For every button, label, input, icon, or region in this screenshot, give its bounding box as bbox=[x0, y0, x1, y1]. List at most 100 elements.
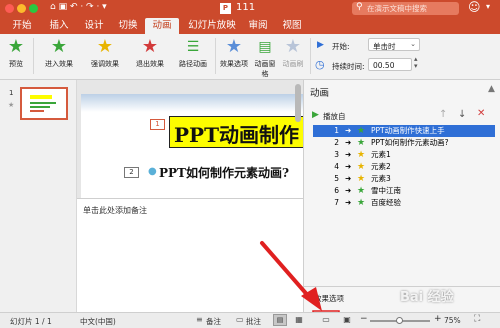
slideshow-button[interactable]: ▣ bbox=[340, 314, 354, 326]
tab-transitions[interactable]: 切换 bbox=[114, 18, 142, 34]
animation-pane: 动画 ▲ ▶ 播放自 ↑ ↓ ✕ 1 ➜ ★ PPT动画制作快速上手 2 ➜ ★… bbox=[303, 80, 500, 312]
slide-bullet-animation-tag: 2 bbox=[124, 167, 139, 178]
slide-title-animation-tag: 1 bbox=[150, 119, 165, 130]
mouse-click-icon: ➜ bbox=[345, 162, 352, 171]
pane-collapse-arrow-icon[interactable]: ▲ bbox=[488, 84, 495, 94]
duration-input[interactable]: 00.50 bbox=[368, 58, 412, 71]
clock-icon: ◷ bbox=[315, 58, 325, 71]
ppt-app-icon: P bbox=[220, 3, 231, 14]
start-label: 开始: bbox=[332, 42, 350, 51]
animation-item[interactable]: 6 ➜ ★ 雪中江南 bbox=[313, 185, 495, 197]
minimize-window-button[interactable] bbox=[17, 4, 26, 13]
emphasis-star-icon: ★ bbox=[357, 150, 366, 160]
slide-thumbnail[interactable] bbox=[20, 87, 68, 120]
watermark-text: Bai 经验 bbox=[400, 290, 454, 305]
notes-icon[interactable]: ≡ bbox=[196, 315, 203, 324]
mouse-click-icon: ➜ bbox=[345, 138, 352, 147]
start-trigger-icon: ▶ bbox=[317, 40, 324, 50]
move-up-arrow-icon[interactable]: ↑ bbox=[439, 109, 447, 120]
slide-canvas[interactable]: 1 PPT动画制作 2 ● PPT如何制作元素动画? bbox=[81, 94, 303, 198]
animation-item[interactable]: 3 ➜ ★ 元素1 bbox=[313, 149, 495, 161]
status-bar: 幻灯片 1 / 1 中文(中国) ≡ 备注 ▭ 批注 ▤ ▦ ▭ ▣ − + 7… bbox=[0, 312, 500, 328]
tab-view[interactable]: 视图 bbox=[278, 18, 306, 34]
reading-view-button[interactable]: ▭ bbox=[319, 314, 333, 326]
preview-star-icon: ★ bbox=[7, 36, 25, 57]
zoom-slider[interactable] bbox=[370, 317, 430, 324]
entrance-effects-button[interactable]: ★ 进入效果 bbox=[38, 37, 80, 69]
entrance-star-icon: ★ bbox=[357, 138, 366, 148]
zoom-out-icon[interactable]: − bbox=[360, 314, 368, 324]
tab-animations[interactable]: 动画 bbox=[145, 18, 179, 34]
animation-pane-icon: ▤ bbox=[258, 39, 272, 55]
slide-thumbnails-panel: 1 ★ bbox=[0, 80, 77, 312]
animation-item[interactable]: 5 ➜ ★ 元素3 bbox=[313, 173, 495, 185]
animation-pane-button[interactable]: ▤ 动画窗格 bbox=[253, 37, 277, 79]
mouse-click-icon: ➜ bbox=[345, 174, 352, 183]
notes-placeholder: 单击此处添加备注 bbox=[83, 206, 147, 215]
path-animation-button[interactable]: ☰ 路径动画 bbox=[174, 37, 212, 69]
smiley-feedback-icon[interactable]: ☺ bbox=[468, 0, 481, 14]
animation-item[interactable]: 2 ➜ ★ PPT如何制作元素动画? bbox=[313, 137, 495, 149]
fit-slide-icon[interactable]: ⛶ bbox=[474, 314, 480, 324]
animations-ribbon: ★ 预览 ★ 进入效果 ★ 强调效果 ★ 退出效果 ☰ 路径动画 ★ 效果选项 … bbox=[0, 34, 500, 80]
move-down-arrow-icon[interactable]: ↓ bbox=[458, 109, 466, 120]
tab-review[interactable]: 审阅 bbox=[244, 18, 272, 34]
exit-effects-button[interactable]: ★ 退出效果 bbox=[129, 37, 171, 69]
animation-item[interactable]: 4 ➜ ★ 元素2 bbox=[313, 161, 495, 173]
exit-star-icon: ★ bbox=[141, 36, 159, 57]
play-icon: ▶ bbox=[312, 110, 319, 120]
delete-animation-icon[interactable]: ✕ bbox=[477, 108, 485, 119]
duration-stepper[interactable]: ▴ ▾ bbox=[414, 56, 418, 70]
emphasis-effects-button[interactable]: ★ 强调效果 bbox=[84, 37, 126, 69]
animation-item[interactable]: 7 ➜ ★ 百度经验 bbox=[313, 197, 495, 209]
slide-sorter-button[interactable]: ▦ bbox=[292, 314, 306, 326]
tab-home[interactable]: 开始 bbox=[8, 18, 36, 34]
start-dropdown[interactable]: 单击时 ⌄ bbox=[368, 38, 420, 51]
animation-painter-icon: ★ bbox=[284, 36, 302, 57]
title-bar: ⌂ ▣ ↶ · ↷ · ▾ P 111 ⚲ 在演示文稿中搜索 ☺ ▾ bbox=[0, 0, 500, 17]
effect-options-section[interactable]: 效果选项 bbox=[314, 293, 344, 304]
tab-design[interactable]: 设计 bbox=[80, 18, 108, 34]
duration-label: 持续时间: bbox=[332, 62, 365, 71]
search-box[interactable]: ⚲ 在演示文稿中搜索 bbox=[352, 2, 459, 15]
language-indicator[interactable]: 中文(中国) bbox=[80, 316, 116, 327]
notes-toggle[interactable]: 备注 bbox=[206, 316, 221, 327]
effect-options-button[interactable]: ★ 效果选项 bbox=[218, 37, 250, 69]
chevron-down-icon[interactable]: ▾ bbox=[486, 2, 490, 11]
quick-access-icons[interactable]: ⌂ ▣ ↶ · ↷ · ▾ bbox=[50, 2, 107, 12]
emphasis-star-icon: ★ bbox=[96, 36, 114, 57]
slide-count: 幻灯片 1 / 1 bbox=[10, 317, 52, 326]
zoom-slider-thumb[interactable] bbox=[396, 317, 403, 324]
mouse-click-icon: ➜ bbox=[345, 126, 352, 135]
preview-button[interactable]: ★ 预览 bbox=[3, 37, 29, 69]
notes-pane[interactable]: 单击此处添加备注 bbox=[77, 198, 303, 312]
animation-item[interactable]: 1 ➜ ★ PPT动画制作快速上手 bbox=[313, 125, 495, 137]
chevron-down-icon: ⌄ bbox=[410, 40, 416, 48]
zoom-in-icon[interactable]: + bbox=[434, 314, 442, 324]
entrance-star-icon: ★ bbox=[357, 198, 366, 208]
slide-title-box[interactable]: PPT动画制作 bbox=[169, 116, 303, 148]
slide-bullet-text[interactable]: PPT如何制作元素动画? bbox=[159, 164, 289, 181]
entrance-star-icon: ★ bbox=[357, 126, 366, 136]
slide-vertical-scrollbar[interactable] bbox=[295, 82, 301, 192]
comments-icon[interactable]: ▭ bbox=[236, 315, 244, 324]
tab-insert[interactable]: 插入 bbox=[45, 18, 73, 34]
close-window-button[interactable] bbox=[5, 4, 14, 13]
bullet-dot-icon: ● bbox=[148, 166, 157, 177]
animation-painter-button[interactable]: ★ 动画刷 bbox=[280, 37, 306, 69]
powerpoint-window: ⌂ ▣ ↶ · ↷ · ▾ P 111 ⚲ 在演示文稿中搜索 ☺ ▾ 开始 插入… bbox=[0, 0, 500, 328]
zoom-window-button[interactable] bbox=[29, 4, 38, 13]
thumbnail-slide-number: 1 bbox=[9, 89, 14, 97]
animation-list: 1 ➜ ★ PPT动画制作快速上手 2 ➜ ★ PPT如何制作元素动画? 3 ➜… bbox=[304, 125, 500, 275]
ribbon-tabs: 开始 插入 设计 切换 动画 幻灯片放映 审阅 视图 bbox=[0, 17, 500, 34]
normal-view-button[interactable]: ▤ bbox=[273, 314, 287, 326]
entrance-star-icon: ★ bbox=[50, 36, 68, 57]
search-placeholder: 在演示文稿中搜索 bbox=[367, 4, 427, 13]
search-icon: ⚲ bbox=[356, 2, 363, 12]
comments-toggle[interactable]: 批注 bbox=[246, 316, 261, 327]
zoom-level[interactable]: 75% bbox=[444, 316, 461, 325]
tab-slideshow[interactable]: 幻灯片放映 bbox=[186, 18, 238, 34]
emphasis-star-icon: ★ bbox=[357, 162, 366, 172]
entrance-star-icon: ★ bbox=[357, 186, 366, 196]
mouse-click-icon: ➜ bbox=[345, 198, 352, 207]
